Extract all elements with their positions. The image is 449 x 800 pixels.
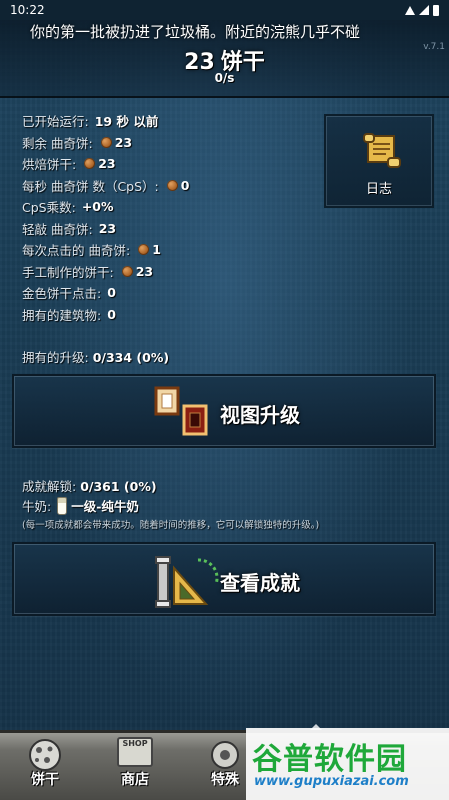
stat-value: 19 秒 以前 xyxy=(94,114,159,130)
milk-value: 一级-纯牛奶 xyxy=(71,499,139,514)
watermark-url: www.gupuxiazai.com xyxy=(254,774,409,789)
shop-icon-text: SHOP xyxy=(122,739,148,748)
status-icons xyxy=(405,4,439,16)
view-upgrades-label: 视图升级 xyxy=(220,403,300,427)
stat-row: 烘焙饼干: 23 xyxy=(22,153,322,175)
stat-row: 每秒 曲奇饼 数（CpS）: 0 xyxy=(22,175,322,197)
upgrades-owned-value: 0/334 (0%) xyxy=(92,350,170,365)
stat-label: 手工制作的饼干: xyxy=(22,264,114,280)
stat-row: 剩余 曲奇饼: 23 xyxy=(22,132,322,154)
news-ticker[interactable]: 你的第一批被扔进了垃圾桶。附近的浣熊几乎不碰 xyxy=(30,21,360,42)
stat-row: 轻敲 曲奇饼: 23 xyxy=(22,218,322,240)
cookie-small-icon xyxy=(138,244,150,256)
view-achievements-label: 查看成就 xyxy=(220,571,300,595)
status-time: 10:22 xyxy=(10,3,45,17)
stat-value: 0 xyxy=(180,177,190,193)
cookies-per-second: 0/s xyxy=(214,71,235,85)
special-icon xyxy=(211,741,239,769)
achievement-note: (每一项成就都会带来成功。随着时间的推移，它可以解锁独特的升级。) xyxy=(22,520,320,531)
stat-value: 23 xyxy=(114,134,133,150)
stat-value: 1 xyxy=(152,242,161,258)
stat-label: 拥有的建筑物: xyxy=(22,307,102,323)
stat-value: 0 xyxy=(107,285,116,301)
stat-label: 已开始运行: xyxy=(22,114,89,130)
stat-label: 剩余 曲奇饼: xyxy=(22,135,93,151)
view-upgrades-button[interactable]: 视图升级 xyxy=(12,374,436,448)
upgrade-frames-icon xyxy=(154,386,208,436)
stat-row: 拥有的建筑物: 0 xyxy=(22,304,322,326)
stat-label: 每秒 曲奇饼 数（CpS）: xyxy=(22,178,159,194)
stat-row: CpS乘数: +0% xyxy=(22,196,322,218)
cookie-small-icon xyxy=(100,136,112,148)
stat-label: 烘焙饼干: xyxy=(22,157,77,173)
stats-panel: 已开始运行: 19 秒 以前 剩余 曲奇饼: 23 烘焙饼干: 23 每秒 曲奇饼 数（Cp… xyxy=(22,110,322,325)
milk-bottle-icon xyxy=(57,496,68,515)
stat-row: 已开始运行: 19 秒 以前 xyxy=(22,110,322,132)
stat-row: 每次点击的 曲奇饼: 1 xyxy=(22,239,322,261)
cookie-small-icon xyxy=(166,179,178,191)
achievements-label: 成就解锁: xyxy=(22,479,77,494)
tab-shop-label: 商店 xyxy=(121,772,149,788)
milk-info: 牛奶: 一级-纯牛奶 xyxy=(22,496,139,515)
watermark-title: 谷普软件园 xyxy=(252,742,407,777)
stat-label: 金色饼干点击: xyxy=(22,286,102,302)
wifi-icon xyxy=(405,5,415,15)
battery-icon xyxy=(433,4,439,16)
stat-value: 23 xyxy=(98,220,117,236)
view-achievements-button[interactable]: 查看成就 xyxy=(12,542,436,616)
stat-row: 手工制作的饼干: 23 xyxy=(22,261,322,283)
stat-value: +0% xyxy=(81,199,114,215)
shop-icon: SHOP xyxy=(117,737,153,767)
milk-label: 牛奶: xyxy=(22,499,52,514)
header: 你的第一批被扔进了垃圾桶。附近的浣熊几乎不碰 v.7.1 23 饼干 0/s xyxy=(0,20,449,98)
status-bar: 10:22 xyxy=(0,0,449,20)
achievements-unlocked: 成就解锁: 0/361 (0%) xyxy=(22,476,157,495)
tab-cookie[interactable]: 饼干 xyxy=(0,733,90,800)
stat-label: 轻敲 曲奇饼: xyxy=(22,221,93,237)
stat-value: 23 xyxy=(135,263,154,279)
log-button[interactable]: 日志 xyxy=(324,114,434,208)
cookie-small-icon xyxy=(84,158,96,170)
stat-value: 23 xyxy=(98,156,116,172)
stat-row: 金色饼干点击: 0 xyxy=(22,282,322,304)
stat-label: CpS乘数: xyxy=(22,200,76,216)
watermark: 谷普软件园 www.gupuxiazai.com xyxy=(246,728,449,800)
achievements-value: 0/361 (0%) xyxy=(80,479,157,494)
tab-cookie-label: 饼干 xyxy=(31,772,59,788)
stat-value: 0 xyxy=(107,306,116,322)
upgrades-owned: 拥有的升级: 0/334 (0%) xyxy=(22,347,169,366)
trophy-ruler-icon xyxy=(155,556,219,608)
scroll-icon xyxy=(363,133,401,168)
signal-icon xyxy=(419,5,429,15)
stat-label: 每次点击的 曲奇饼: xyxy=(22,243,131,259)
log-button-label: 日志 xyxy=(365,182,392,197)
upgrades-owned-label: 拥有的升级: xyxy=(22,350,89,365)
tab-shop[interactable]: SHOP 商店 xyxy=(90,733,180,800)
cookie-icon xyxy=(29,739,61,771)
cookie-small-icon xyxy=(121,265,133,277)
